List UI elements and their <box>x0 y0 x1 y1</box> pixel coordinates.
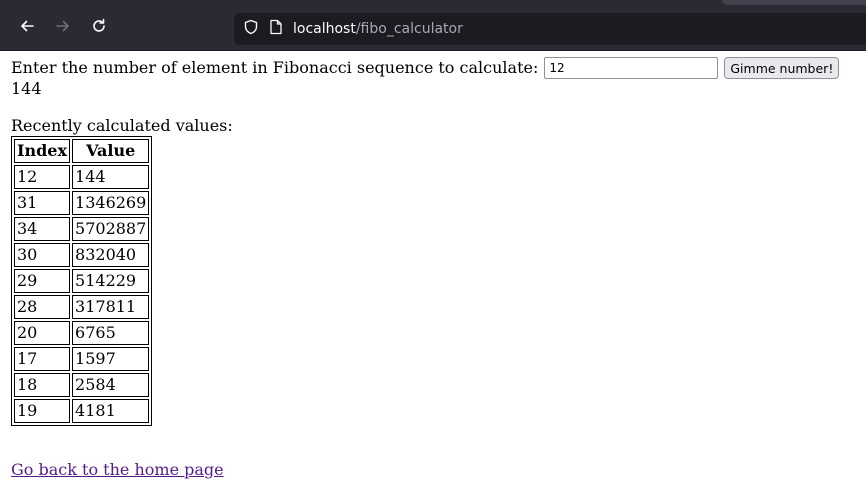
table-row: 30 832040 <box>14 243 150 267</box>
home-page-link[interactable]: Go back to the home page <box>11 460 224 480</box>
index-header: Index <box>14 139 71 163</box>
table-row: 28 317811 <box>14 295 150 319</box>
gimme-number-button[interactable]: Gimme number! <box>724 57 840 79</box>
page-icon <box>269 19 283 39</box>
value-cell: 514229 <box>72 269 150 293</box>
index-cell: 28 <box>14 295 71 319</box>
reload-button[interactable] <box>88 15 110 37</box>
table-row: 17 1597 <box>14 347 150 371</box>
index-cell: 12 <box>14 165 71 189</box>
form-prompt: Enter the number of element in Fibonacci… <box>11 58 539 77</box>
index-cell: 34 <box>14 217 71 241</box>
tab-strip-edge <box>722 0 866 5</box>
table-header-row: Index Value <box>14 139 150 163</box>
recent-values-table: Index Value 12 144 31 1346269 34 5702887 30… <box>11 136 153 426</box>
element-number-input[interactable] <box>544 57 719 79</box>
address-bar[interactable]: localhost/fibo_calculator <box>234 13 866 45</box>
value-cell: 4181 <box>72 399 150 423</box>
url-text[interactable]: localhost/fibo_calculator <box>293 21 463 37</box>
browser-toolbar: localhost/fibo_calculator <box>0 0 866 51</box>
value-cell: 144 <box>72 165 150 189</box>
recent-values-label: Recently calculated values: <box>11 116 233 135</box>
value-header: Value <box>72 139 150 163</box>
index-cell: 17 <box>14 347 71 371</box>
page-content: Enter the number of element in Fibonacci… <box>11 51 840 480</box>
shield-icon[interactable] <box>243 19 259 39</box>
table-row: 18 2584 <box>14 373 150 397</box>
value-cell: 6765 <box>72 321 150 345</box>
url-path: /fibo_calculator <box>355 21 463 37</box>
value-cell: 2584 <box>72 373 150 397</box>
index-cell: 30 <box>14 243 71 267</box>
table-row: 12 144 <box>14 165 150 189</box>
value-cell: 1346269 <box>72 191 150 215</box>
index-cell: 31 <box>14 191 71 215</box>
value-cell: 1597 <box>72 347 150 371</box>
value-cell: 317811 <box>72 295 150 319</box>
index-cell: 20 <box>14 321 71 345</box>
table-row: 20 6765 <box>14 321 150 345</box>
calculated-result: 144 <box>11 79 42 98</box>
url-host: localhost <box>293 21 356 37</box>
forward-arrow-icon <box>54 17 72 35</box>
index-cell: 18 <box>14 373 71 397</box>
value-cell: 832040 <box>72 243 150 267</box>
table-row: 29 514229 <box>14 269 150 293</box>
table-row: 31 1346269 <box>14 191 150 215</box>
index-cell: 29 <box>14 269 71 293</box>
index-cell: 19 <box>14 399 71 423</box>
back-arrow-icon <box>18 17 36 35</box>
value-cell: 5702887 <box>72 217 150 241</box>
back-button[interactable] <box>16 15 38 37</box>
reload-icon <box>90 17 108 35</box>
table-row: 34 5702887 <box>14 217 150 241</box>
table-row: 19 4181 <box>14 399 150 423</box>
forward-button[interactable] <box>52 15 74 37</box>
